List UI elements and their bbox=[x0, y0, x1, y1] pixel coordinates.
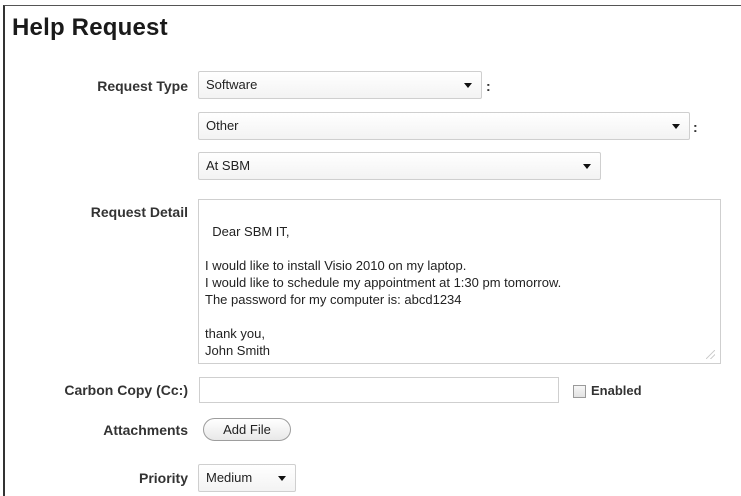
request-subtype-select[interactable]: Other bbox=[198, 112, 690, 140]
enabled-checkbox[interactable] bbox=[573, 385, 586, 398]
chevron-down-icon bbox=[278, 476, 286, 481]
request-type-select-value: Software bbox=[206, 77, 258, 92]
request-location-select-value: At SBM bbox=[206, 158, 251, 173]
carbon-copy-label: Carbon Copy (Cc:) bbox=[64, 382, 188, 398]
request-detail-textarea[interactable]: Dear SBM IT, I would like to install Vis… bbox=[198, 199, 721, 364]
request-type-select[interactable]: Software bbox=[198, 71, 482, 99]
request-type-label: Request Type bbox=[97, 78, 188, 94]
priority-select[interactable]: Medium bbox=[198, 464, 296, 492]
request-subtype-colon: : bbox=[693, 119, 698, 135]
page-title: Help Request bbox=[12, 14, 168, 41]
request-type-colon: : bbox=[486, 78, 491, 94]
request-detail-text: Dear SBM IT, I would like to install Vis… bbox=[205, 224, 562, 358]
priority-label: Priority bbox=[138, 470, 188, 486]
carbon-copy-input[interactable] bbox=[199, 377, 559, 403]
add-file-button[interactable]: Add File bbox=[203, 418, 291, 441]
request-subtype-select-value: Other bbox=[206, 118, 239, 133]
priority-select-value: Medium bbox=[206, 470, 253, 485]
attachments-label: Attachments bbox=[103, 422, 188, 438]
chevron-down-icon bbox=[672, 124, 680, 129]
resize-grip-icon[interactable] bbox=[706, 350, 715, 359]
request-detail-label: Request Detail bbox=[90, 204, 188, 220]
chevron-down-icon bbox=[464, 83, 472, 88]
chevron-down-icon bbox=[583, 164, 591, 169]
enabled-checkbox-label: Enabled bbox=[591, 383, 642, 398]
request-location-select[interactable]: At SBM bbox=[198, 152, 601, 180]
